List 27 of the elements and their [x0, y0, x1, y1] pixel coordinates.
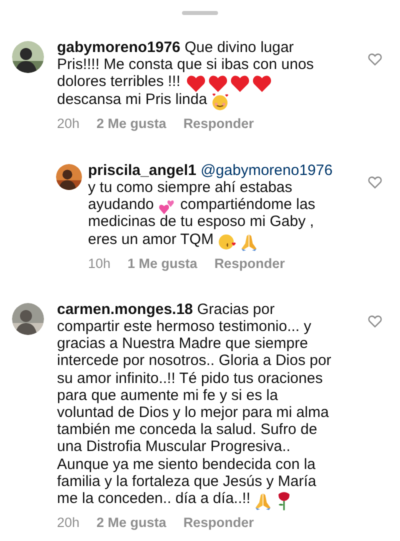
comment-text: priscila_angel1 @gabymoreno1976 y tu como siempre ahí estabas ayudando compartiéndome las medicinas de tu esposo mi Gaby , eres un amor TQM [88, 162, 362, 248]
comment-time: 20h [57, 515, 80, 532]
like-heart-icon[interactable] [368, 314, 382, 328]
heart-emoji-icon [252, 75, 272, 92]
comment-time: 20h [57, 116, 80, 132]
heart-emoji-icon [230, 75, 250, 92]
likes-count[interactable]: 2 Me gusta [96, 515, 166, 532]
comment-text: gabymoreno1976 Que divino lugar Pris!!!! Me consta que si ibas con unos dolores terribles !!! descansa mi Pris linda [57, 39, 362, 108]
mention-link[interactable]: @gabymoreno1976 [200, 162, 333, 179]
reply-button[interactable]: Responder [183, 515, 254, 532]
kissing-face-icon [218, 232, 236, 251]
likes-count[interactable]: 1 Me gusta [128, 256, 198, 272]
rose-icon [276, 491, 292, 512]
comment-text: carmen.monges.18 Gracias por compartir este hermoso testimonio... y gracias a Nuestra Madre que siempre intercede por nosotros.. Gloria a Dios por su amor infinito..!! Té pido tus oraciones para que aumente mi fe y si es la voluntad de Dios y lo mejor para mi alma también me conceda la salud. Sufro de una Distrofia Muscular Progresiva.. Aunque ya me siento bendecida con la familia y la fortaleza que Jesús y María me la conceden.. día a día..!! [57, 300, 362, 508]
like-heart-icon[interactable] [368, 176, 382, 189]
comment-time: 10h [88, 256, 111, 272]
heart-emoji-icon [186, 75, 206, 92]
reply-button[interactable]: Responder [183, 116, 254, 132]
reply-button[interactable]: Responder [214, 256, 285, 272]
folded-hands-icon [254, 492, 272, 510]
smiling-face-hearts-icon [211, 92, 230, 111]
like-heart-icon[interactable] [368, 53, 382, 66]
drag-handle[interactable] [182, 11, 218, 15]
likes-count[interactable]: 2 Me gusta [96, 116, 166, 132]
folded-hands-icon [240, 232, 258, 251]
heart-emoji-icon [208, 75, 228, 92]
two-hearts-icon [158, 199, 176, 216]
